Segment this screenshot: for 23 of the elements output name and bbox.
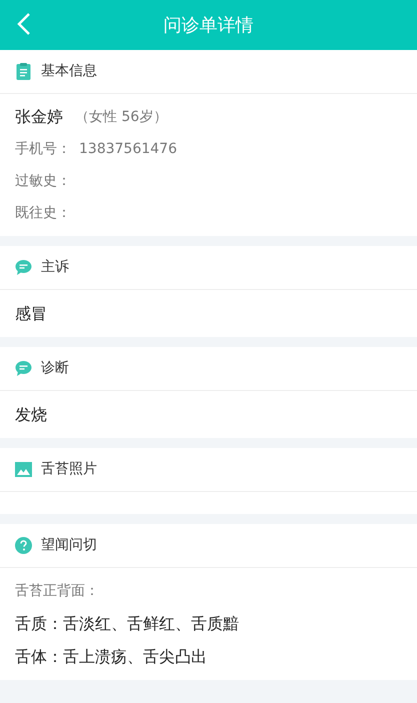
page-title: 问诊单详情 [164,14,254,38]
patient-name: 张金婷 [15,106,63,128]
section-title: 望闻问切 [41,536,97,555]
field-value: 13837561476 [79,140,177,158]
section-title: 主诉 [41,258,69,277]
chat-icon [15,259,32,276]
field-label: 既往史： [15,204,71,222]
section-title: 基本信息 [41,62,97,81]
chat-icon [15,360,32,377]
field-label: 舌苔正背面： [15,582,99,600]
section-title: 诊断 [41,359,69,378]
field-label: 过敏史： [15,172,71,190]
patient-gender-age: （女性 56岁） [75,108,168,126]
clipboard-icon [15,63,32,80]
field-label: 手机号： [15,140,71,158]
content-text: 舌质：舌淡红、舌鲜红、舌质黯 [15,612,239,634]
section-title: 舌苔照片 [41,460,97,479]
content-text: 感冒 [15,302,47,324]
content-text: 舌体：舌上溃疡、舌尖凸出 [15,646,207,668]
content-text: 发烧 [15,404,47,426]
image-icon [15,461,32,478]
back-icon [17,12,31,36]
help-icon [15,537,32,554]
